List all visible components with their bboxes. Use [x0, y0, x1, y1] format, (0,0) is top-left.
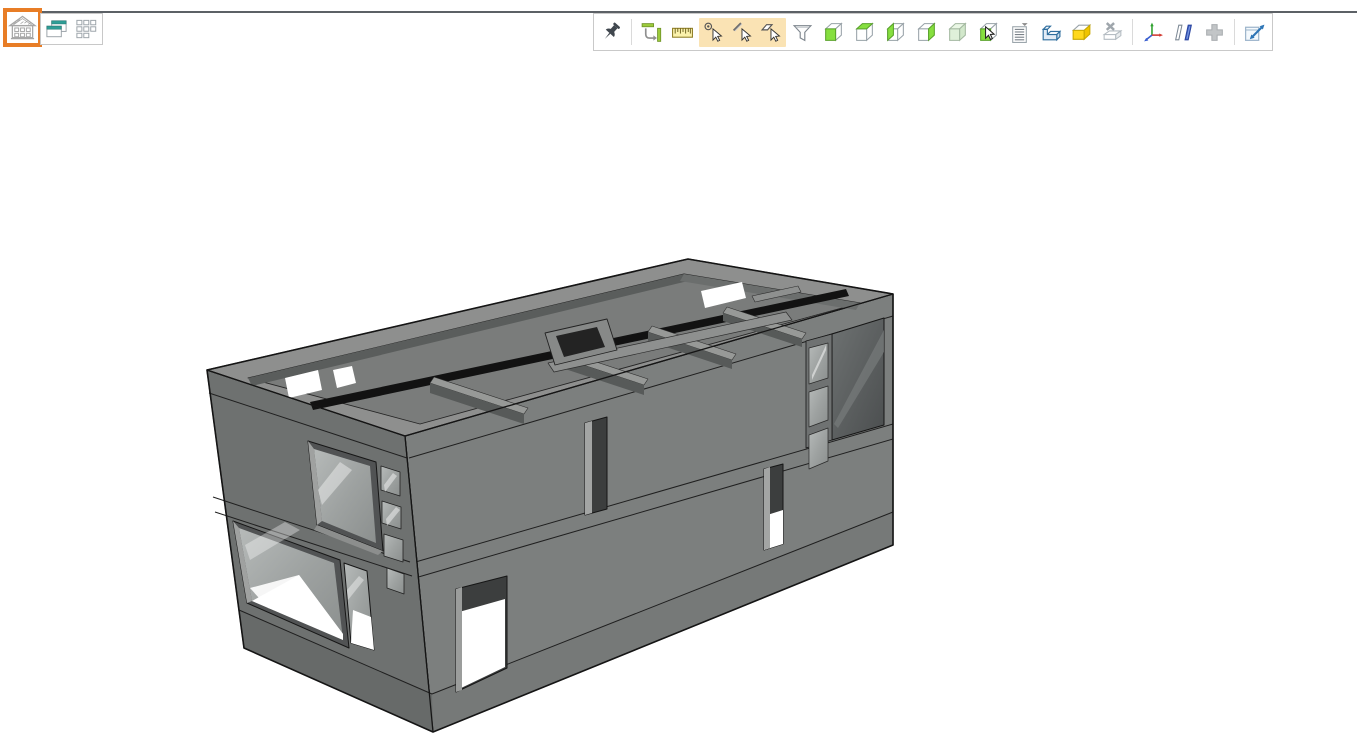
toolbar-separator	[631, 19, 632, 45]
parallel-planes-button[interactable]	[1169, 18, 1198, 47]
cube-left-green-icon	[884, 21, 907, 44]
slit-window-lower	[764, 464, 783, 550]
toolbar-separator	[1132, 19, 1133, 45]
add-view-button[interactable]	[1200, 18, 1229, 47]
show-axes-button[interactable]	[1138, 18, 1167, 47]
report-list-button[interactable]	[1005, 18, 1034, 47]
tile-grid-icon	[74, 17, 99, 42]
plus-icon	[1203, 21, 1226, 44]
cube-cursor-icon	[977, 21, 1000, 44]
filter-button[interactable]	[788, 18, 817, 47]
cascade-windows-icon	[44, 17, 69, 42]
cube-front-green-icon	[822, 21, 845, 44]
select-element-button[interactable]	[974, 18, 1003, 47]
building-model	[207, 259, 893, 732]
cascade-windows-button[interactable]	[43, 16, 70, 43]
window-layout-group	[40, 13, 103, 45]
pick-point-button[interactable]	[699, 18, 728, 47]
cube-top-green-icon	[853, 21, 876, 44]
rotate-arrow-icon	[640, 21, 663, 44]
section-box-button[interactable]	[1067, 18, 1096, 47]
clear-section-button[interactable]	[1098, 18, 1127, 47]
model-3d-viewport[interactable]	[0, 52, 1369, 744]
tile-windows-button[interactable]	[73, 16, 100, 43]
pick-edge-button[interactable]	[728, 18, 757, 47]
pin-button[interactable]	[597, 18, 626, 47]
cube-solid-icon	[946, 21, 969, 44]
pick-face-button[interactable]	[757, 18, 786, 47]
window-arrow-icon	[1243, 21, 1266, 44]
home-view-button[interactable]	[3, 8, 42, 47]
toolbar-separator	[1234, 19, 1235, 45]
application-window	[0, 0, 1369, 744]
view-right-button[interactable]	[912, 18, 941, 47]
two-slabs-icon	[1172, 21, 1195, 44]
cube-right-green-icon	[915, 21, 938, 44]
l-solid-blue-icon	[1039, 21, 1062, 44]
yellow-box-icon	[1070, 21, 1093, 44]
funnel-icon	[791, 21, 814, 44]
slit-window-upper	[585, 417, 607, 515]
cursor-edge-icon	[731, 21, 754, 44]
list-dropdown-icon	[1008, 21, 1031, 44]
view-front-button[interactable]	[819, 18, 848, 47]
xyz-axes-icon	[1141, 21, 1164, 44]
cursor-face-icon	[760, 21, 783, 44]
rotate-section-button[interactable]	[637, 18, 666, 47]
house-icon	[8, 13, 37, 42]
pushpin-icon	[600, 21, 623, 44]
ruler-icon	[671, 21, 694, 44]
section-solid-button[interactable]	[1036, 18, 1065, 47]
cursor-point-icon	[702, 21, 725, 44]
main-toolbar	[593, 13, 1273, 51]
view-left-button[interactable]	[881, 18, 910, 47]
view-top-button[interactable]	[850, 18, 879, 47]
measure-button[interactable]	[668, 18, 697, 47]
view-solid-button[interactable]	[943, 18, 972, 47]
detach-view-button[interactable]	[1240, 18, 1269, 47]
pick-tools-active-group	[699, 18, 786, 47]
x-box-icon	[1101, 21, 1124, 44]
